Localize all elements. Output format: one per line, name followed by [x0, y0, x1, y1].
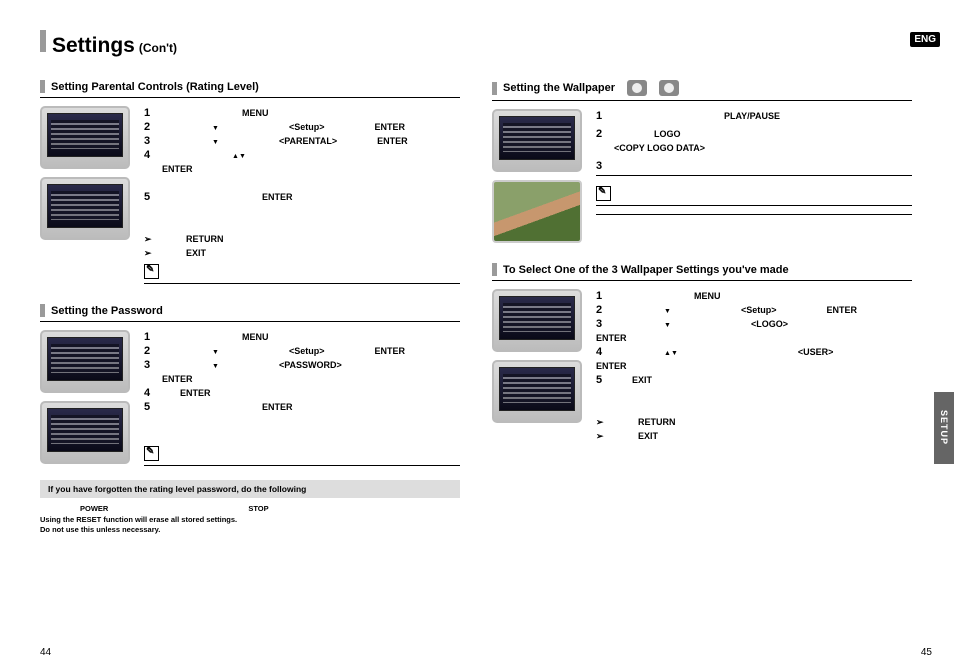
tv-screenshot — [40, 106, 130, 169]
arrow-right-icon — [144, 234, 156, 245]
down-arrow-icon — [212, 346, 219, 356]
tv-screenshot — [492, 289, 582, 352]
down-arrow-icon — [671, 347, 678, 357]
tv-screenshot — [492, 109, 582, 172]
up-arrow-icon — [664, 347, 671, 357]
up-arrow-icon — [232, 150, 239, 160]
disc-icon — [659, 80, 679, 96]
down-arrow-icon — [239, 150, 246, 160]
tv-screenshot — [40, 177, 130, 240]
disc-icon — [627, 80, 647, 96]
arrow-right-icon — [596, 417, 608, 428]
note-icon — [144, 446, 159, 461]
left-column: Setting Parental Controls (Rating Level)… — [40, 76, 460, 536]
down-arrow-icon — [664, 305, 671, 315]
section-title-password: Setting the Password — [51, 305, 163, 317]
page: ENG SETUP Settings (Con't) Setting Paren… — [0, 0, 954, 666]
down-arrow-icon — [212, 360, 219, 370]
note-icon — [596, 186, 611, 201]
down-arrow-icon — [664, 319, 671, 329]
arrow-right-icon — [596, 431, 608, 442]
warning-box: If you have forgotten the rating level p… — [40, 480, 460, 498]
page-number-right: 45 — [921, 647, 932, 658]
tv-photo — [492, 180, 582, 243]
section-title-parental: Setting Parental Controls (Rating Level) — [51, 81, 259, 93]
note-icon — [144, 264, 159, 279]
right-column: Setting the Wallpaper 1PLAY/PAUSE 2LOGO … — [492, 76, 912, 536]
section-title-select-wallpaper: To Select One of the 3 Wallpaper Setting… — [503, 264, 789, 276]
down-arrow-icon — [212, 136, 219, 146]
tv-screenshot — [40, 401, 130, 464]
down-arrow-icon — [212, 122, 219, 132]
section-title-wallpaper: Setting the Wallpaper — [503, 82, 615, 94]
tv-screenshot — [492, 360, 582, 423]
page-title: Settings (Con't) — [40, 30, 930, 58]
page-number-left: 44 — [40, 647, 51, 658]
tv-screenshot — [40, 330, 130, 393]
side-tab-setup: SETUP — [934, 392, 954, 464]
language-badge: ENG — [910, 32, 940, 47]
arrow-right-icon — [144, 248, 156, 259]
